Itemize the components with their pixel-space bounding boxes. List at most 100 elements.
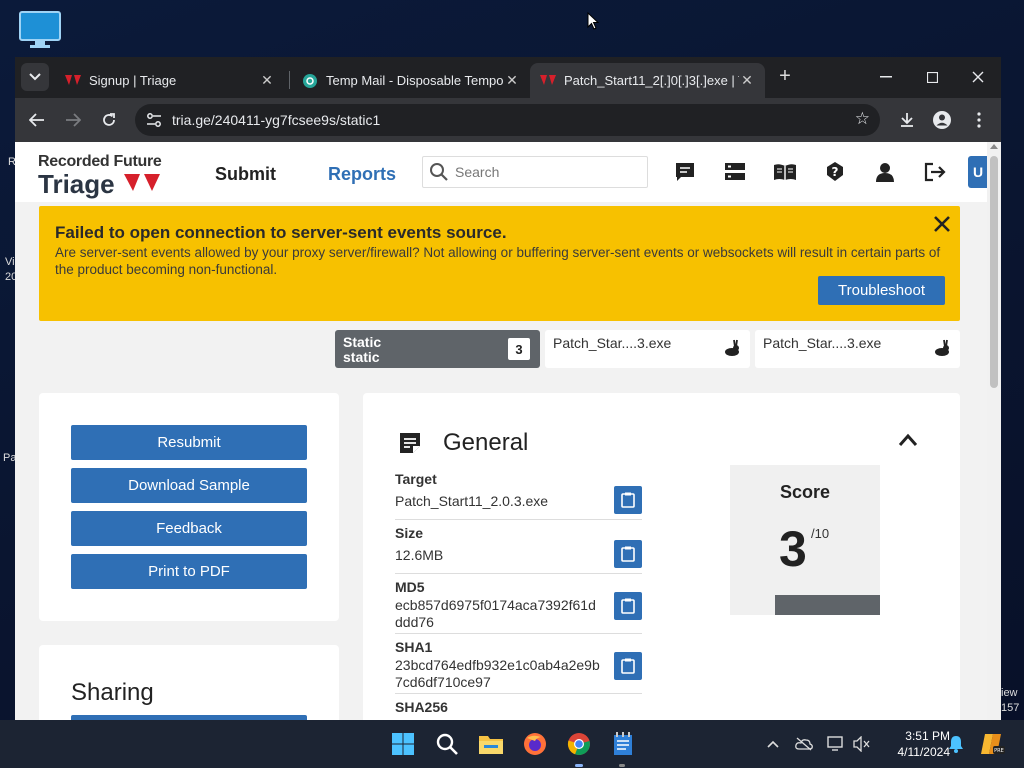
volume-muted-icon[interactable] bbox=[853, 735, 871, 753]
chevron-up-icon[interactable] bbox=[898, 433, 918, 447]
minimize-icon[interactable] bbox=[863, 63, 909, 91]
close-alert-icon[interactable] bbox=[932, 214, 952, 234]
triage-logo-mark-icon bbox=[124, 174, 160, 191]
scroll-up-icon[interactable] bbox=[990, 144, 998, 149]
sample-tab-2[interactable]: Patch_Star....3.exe bbox=[755, 330, 960, 368]
notepad-icon[interactable] bbox=[609, 730, 637, 758]
notepad-open-indicator bbox=[619, 764, 625, 767]
reload-icon[interactable] bbox=[95, 106, 123, 134]
note-icon bbox=[400, 433, 420, 453]
clipboard-icon bbox=[621, 658, 635, 674]
address-bar[interactable]: tria.ge/240411-yg7fcsee9s/static1 ☆ bbox=[135, 104, 880, 136]
troubleshoot-button[interactable]: Troubleshoot bbox=[818, 276, 945, 305]
tab-signup-triage[interactable]: Signup | Triage ✕ bbox=[55, 63, 285, 98]
maximize-icon[interactable] bbox=[909, 63, 955, 91]
field-label: SHA256 bbox=[395, 699, 448, 715]
close-tab-icon[interactable]: ✕ bbox=[504, 72, 520, 89]
page-scrollbar[interactable] bbox=[987, 142, 1001, 720]
firefox-icon[interactable] bbox=[521, 730, 549, 758]
close-window-icon[interactable] bbox=[955, 63, 1001, 91]
sample-tab-label: Patch_Star....3.exe bbox=[553, 335, 672, 351]
windows-start-icon[interactable] bbox=[389, 730, 417, 758]
profile-icon[interactable] bbox=[928, 106, 956, 134]
feedback-button[interactable]: Feedback bbox=[71, 511, 307, 546]
browser-toolbar: tria.ge/240411-yg7fcsee9s/static1 ☆ bbox=[15, 98, 1001, 142]
print-to-pdf-button[interactable]: Print to PDF bbox=[71, 554, 307, 589]
tab-divider bbox=[289, 71, 290, 89]
nav-reports[interactable]: Reports bbox=[328, 164, 396, 185]
new-tab-plus-icon[interactable]: + bbox=[773, 65, 797, 88]
tab-patch-start11[interactable]: Patch_Start11_2[.]0[.]3[.]exe | Tri ✕ bbox=[530, 63, 765, 98]
bookmark-star-icon[interactable]: ☆ bbox=[855, 109, 870, 129]
display-icon[interactable] bbox=[827, 735, 845, 753]
site-settings-icon[interactable] bbox=[145, 111, 163, 129]
sharing-card: Sharing bbox=[39, 645, 339, 720]
alert-title: Failed to open connection to server-sent… bbox=[55, 223, 507, 242]
chrome-icon[interactable] bbox=[565, 730, 593, 758]
browser-window: Signup | Triage ✕ Temp Mail - Disposable… bbox=[15, 57, 1001, 720]
download-icon[interactable] bbox=[893, 106, 921, 134]
target-field: Target Patch_Start11_2.0.3.exe bbox=[395, 471, 642, 520]
desktop-computer-icon[interactable] bbox=[18, 10, 62, 50]
mouse-cursor-icon bbox=[587, 12, 599, 30]
score-box: Score 3 /10 bbox=[730, 465, 880, 615]
copy-clipboard-button[interactable] bbox=[614, 592, 642, 620]
static-tab-label: Static static bbox=[343, 335, 381, 365]
static-analysis-tab[interactable]: Static static 3 bbox=[335, 330, 540, 368]
book-icon[interactable] bbox=[773, 160, 797, 184]
copy-clipboard-button[interactable] bbox=[614, 652, 642, 680]
field-value: 23bcd764edfb932e1c0ab4a2e9b7cd6df710ce97 bbox=[395, 657, 600, 690]
logo-triage[interactable]: Triage bbox=[38, 169, 115, 200]
desktop-label-fragment: 157 bbox=[1001, 702, 1020, 714]
sample-tab-1[interactable]: Patch_Star....3.exe bbox=[545, 330, 750, 368]
clipboard-icon bbox=[621, 546, 635, 562]
tab-title: Signup | Triage bbox=[89, 73, 177, 88]
static-tab-line1: Static bbox=[343, 334, 382, 350]
nav-submit[interactable]: Submit bbox=[215, 164, 276, 185]
field-label: SHA1 bbox=[395, 639, 433, 655]
desktop-label-fragment: iew bbox=[1001, 687, 1018, 699]
search-input[interactable] bbox=[455, 162, 635, 182]
system-clock[interactable]: 3:51 PM 4/11/2024 bbox=[880, 728, 951, 760]
taskbar: 3:51 PM 4/11/2024 PRE bbox=[0, 720, 1024, 768]
onedrive-offline-icon[interactable] bbox=[795, 735, 813, 753]
chat-icon[interactable] bbox=[673, 160, 697, 184]
copilot-icon[interactable]: PRE bbox=[978, 730, 1006, 758]
copy-clipboard-button[interactable] bbox=[614, 486, 642, 514]
scrollbar-thumb[interactable] bbox=[990, 156, 998, 388]
search-icon bbox=[430, 163, 448, 181]
chevron-up-tray-icon[interactable] bbox=[764, 735, 782, 753]
clipboard-icon bbox=[621, 598, 635, 614]
forward-arrow-icon[interactable] bbox=[59, 106, 87, 134]
score-bar bbox=[775, 595, 880, 615]
user-chip[interactable]: U bbox=[968, 156, 987, 188]
general-title: General bbox=[443, 429, 529, 456]
field-label: Size bbox=[395, 525, 424, 541]
static-count-badge: 3 bbox=[508, 338, 530, 360]
size-field: Size 12.6MB bbox=[395, 525, 642, 574]
server-list-icon[interactable] bbox=[723, 160, 747, 184]
help-icon[interactable]: ? bbox=[823, 160, 847, 184]
copy-clipboard-button[interactable] bbox=[614, 540, 642, 568]
tab-temp-mail[interactable]: Temp Mail - Disposable Tempor ✕ bbox=[292, 63, 530, 98]
download-sample-button[interactable]: Download Sample bbox=[71, 468, 307, 503]
file-explorer-icon[interactable] bbox=[477, 730, 505, 758]
search-icon[interactable] bbox=[433, 730, 461, 758]
temp-mail-favicon-icon bbox=[302, 73, 318, 89]
close-tab-icon[interactable]: ✕ bbox=[739, 72, 755, 89]
search-box[interactable] bbox=[422, 156, 648, 188]
sha1-field: SHA1 23bcd764edfb932e1c0ab4a2e9b7cd6df71… bbox=[395, 639, 642, 694]
logout-icon[interactable] bbox=[923, 160, 947, 184]
more-menu-icon[interactable] bbox=[965, 106, 993, 134]
field-value: ecb857d6975f0174aca7392f61dddd76 bbox=[395, 597, 596, 630]
sha256-field: SHA256 bbox=[395, 699, 642, 720]
tab-title: Temp Mail - Disposable Tempor bbox=[326, 73, 504, 88]
back-arrow-icon[interactable] bbox=[23, 106, 51, 134]
chrome-active-indicator bbox=[575, 764, 583, 767]
tab-search-button[interactable] bbox=[21, 63, 49, 91]
triage-favicon-icon bbox=[65, 73, 81, 89]
resubmit-button[interactable]: Resubmit bbox=[71, 425, 307, 460]
close-tab-icon[interactable]: ✕ bbox=[259, 72, 275, 89]
notification-bell-icon[interactable] bbox=[947, 735, 965, 753]
user-icon[interactable] bbox=[873, 160, 897, 184]
